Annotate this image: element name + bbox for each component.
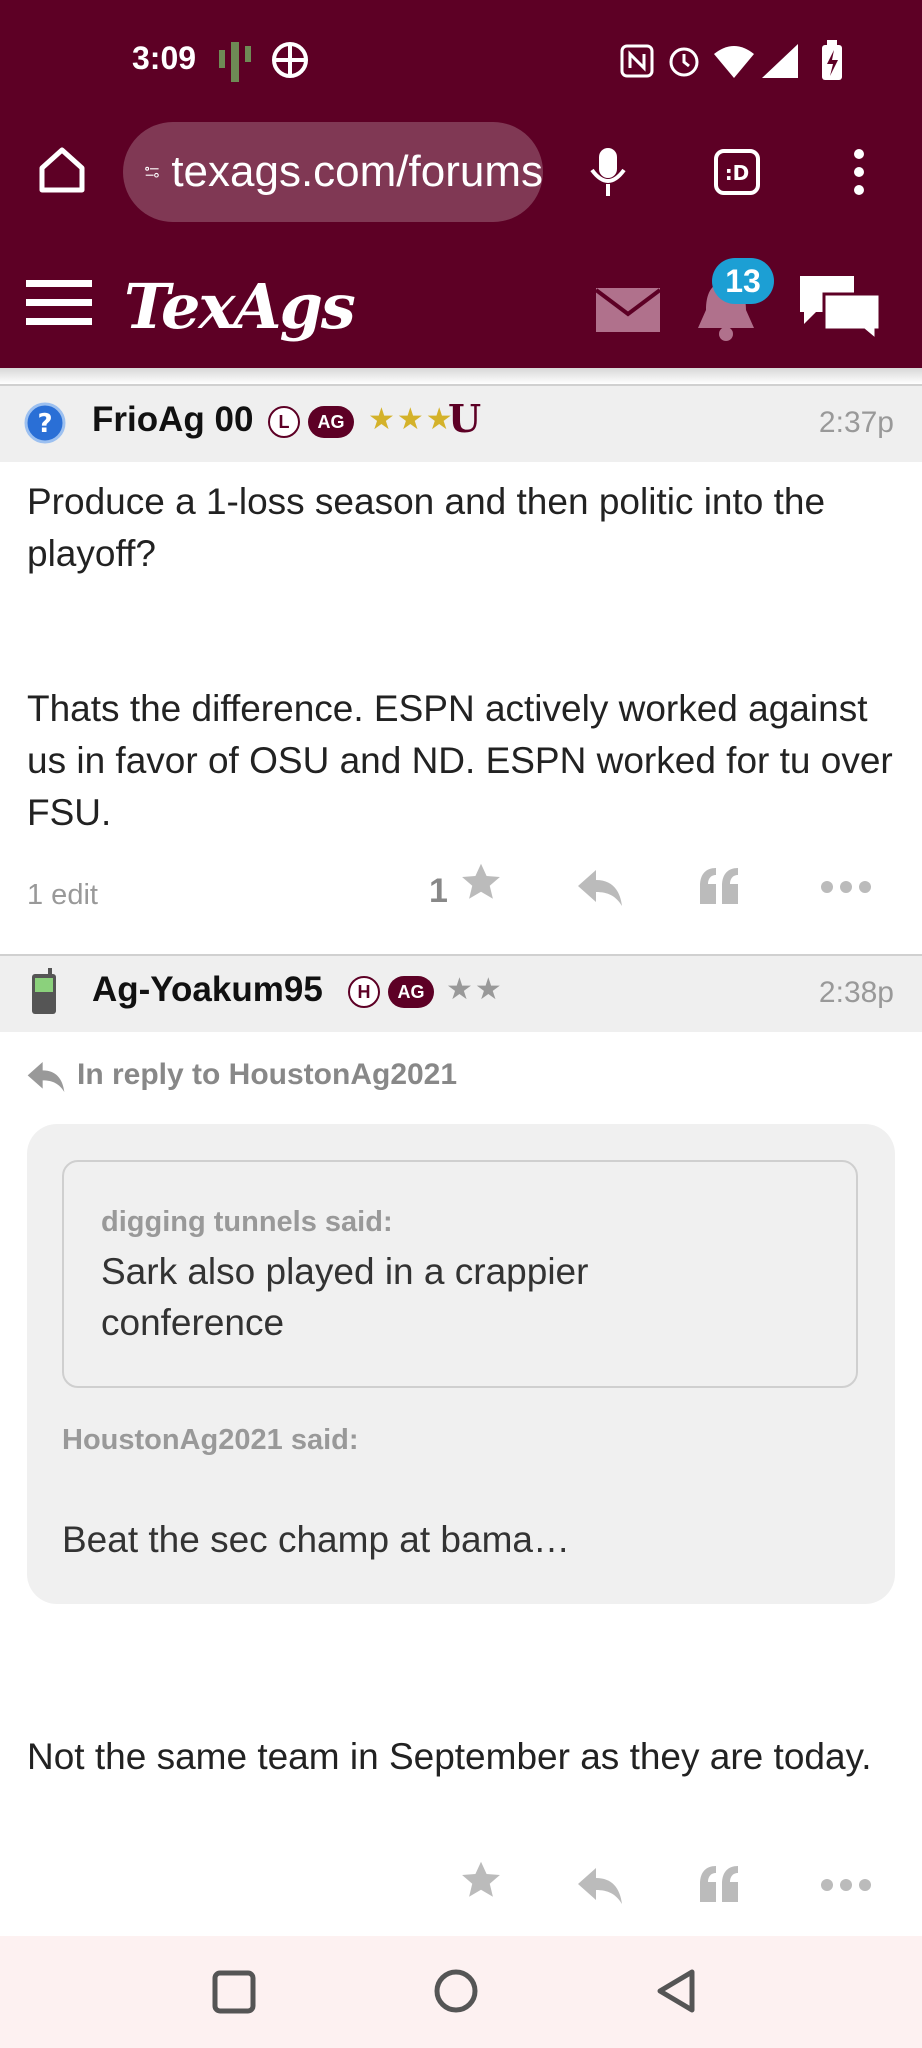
post-time: 2:38p [818,976,894,1009]
quote-icon[interactable] [698,866,742,906]
u-icon: U [448,396,482,441]
reply-icon[interactable] [576,1866,624,1906]
quote-author: HoustonAg2021 said: [62,1424,359,1456]
chat-icon[interactable] [796,272,882,342]
username[interactable]: FrioAg 00 [92,400,253,440]
microphone-icon[interactable] [590,146,626,198]
system-nav-bar [0,1936,922,2048]
hamburger-menu-icon[interactable] [26,278,92,328]
like-count: 1 [429,872,448,910]
post-body-paragraph: Thats the difference. ESPN actively work… [27,688,893,833]
browser-toolbar: texags.com/forums :D [0,120,922,240]
quote-block: digging tunnels said: Sark also played i… [27,1124,895,1604]
more-icon[interactable] [820,1878,872,1892]
nested-quote: digging tunnels said: Sark also played i… [62,1160,858,1388]
url-bar[interactable]: texags.com/forums [123,122,543,222]
recents-square-icon[interactable] [212,1970,256,2014]
svg-text::D: :D [725,161,750,185]
more-icon[interactable] [820,880,872,894]
badge-ag: AG [388,976,434,1008]
signal-icon [762,44,798,78]
quote-text: Beat the sec champ at bama… [62,1519,570,1560]
back-triangle-icon[interactable] [654,1968,698,2014]
quote-text: Sark also played in a crappier conferenc… [101,1251,589,1343]
badge-l: L [268,406,300,438]
username[interactable]: Ag-Yoakum95 [92,970,323,1010]
status-time: 3:09 [132,40,197,76]
rating-stars: ★★★ [368,403,455,436]
post-header: Ag-Yoakum95 H AG ★★ 2:38p [0,954,922,1032]
notification-count-badge[interactable]: 13 [712,258,774,304]
header-shadow [0,368,922,384]
question-avatar-icon[interactable]: ? [24,402,66,444]
home-circle-icon[interactable] [433,1968,479,2014]
nfc-icon [620,44,654,78]
wifi-icon [714,46,754,78]
post-time: 2:37p [818,406,894,439]
post-actions [0,1860,922,1920]
alarm-icon [669,47,699,77]
badge-h: H [348,976,380,1008]
home-icon[interactable] [38,146,86,194]
pinwheel-app-icon [272,42,308,78]
reply-arrow-icon [27,1062,65,1092]
tab-switcher-icon[interactable]: :D [713,148,761,196]
star-icon[interactable] [460,862,502,904]
post-body-paragraph: Not the same team in September as they a… [27,1736,872,1777]
quote-author: digging tunnels said: [101,1206,393,1238]
status-bar: 3:09 [0,0,922,120]
more-options-icon[interactable] [852,148,866,196]
battery-charging-icon [822,40,842,80]
in-reply-to-link[interactable]: In reply to HoustonAg2021 [77,1058,457,1092]
badge-ag: AG [308,406,354,438]
phone-avatar-icon[interactable] [30,968,58,1016]
mail-icon[interactable] [596,288,660,332]
reply-icon[interactable] [576,868,624,908]
post-body-paragraph: Produce a 1-loss season and then politic… [27,481,826,574]
post-actions: 1 [0,862,922,922]
url-text: texags.com/forums [171,147,543,196]
site-logo[interactable]: TexAgs [124,270,356,343]
star-icon[interactable] [460,1860,502,1902]
site-settings-icon[interactable] [145,155,159,189]
svg-text:?: ? [37,409,52,439]
quote-icon[interactable] [698,1864,742,1904]
rating-stars: ★★ [446,973,504,1006]
post-header: ? FrioAg 00 L AG ★★★ U 2:37p [0,384,922,462]
cactus-app-icon [219,42,251,82]
